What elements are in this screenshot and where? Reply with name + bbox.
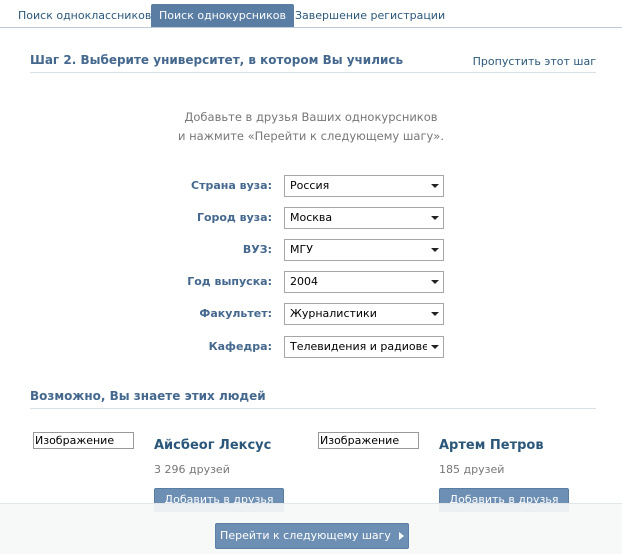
graduation-year-label: Год выпуска: <box>187 275 272 288</box>
university-select-value: МГУ <box>290 243 313 256</box>
department-select-value: Телевидения и радиовеща <box>290 340 444 353</box>
person-name-link[interactable]: Айсбеог Лексус <box>154 438 271 453</box>
tab-registration-finish[interactable]: Завершение регистрации <box>287 4 453 28</box>
tab-bar-divider <box>0 27 622 28</box>
intro-line-1: Добавьте в друзья Ваших однокурсников <box>184 110 438 124</box>
tab-coursemates-search[interactable]: Поиск однокурсников <box>151 4 294 28</box>
country-select[interactable]: Россия <box>284 175 444 197</box>
faculty-select-value: Журналистики <box>290 307 377 320</box>
avatar[interactable]: Изображение <box>318 432 419 449</box>
country-select-value: Россия <box>290 179 330 192</box>
form-row-country: Страна вуза: Россия <box>0 175 622 197</box>
header-divider <box>30 72 596 73</box>
graduation-year-select-value: 2004 <box>290 275 318 288</box>
chevron-down-icon[interactable] <box>427 337 443 357</box>
city-label: Город вуза: <box>196 211 272 224</box>
step-title: Шаг 2. Выберите университет, в котором В… <box>30 53 404 67</box>
chevron-down-icon[interactable] <box>427 176 443 196</box>
friends-count: 3 296 друзей <box>154 463 230 476</box>
faculty-select[interactable]: Журналистики <box>284 303 444 325</box>
department-label: Кафедра: <box>208 340 272 353</box>
footer-bar: Перейти к следующему шагу <box>0 503 622 554</box>
faculty-label: Факультет: <box>199 307 272 320</box>
country-label: Страна вуза: <box>191 179 272 192</box>
chevron-down-icon[interactable] <box>427 272 443 292</box>
suggestions-divider <box>30 408 596 409</box>
university-label: ВУЗ: <box>242 243 272 256</box>
person-name-link[interactable]: Артем Петров <box>439 438 544 453</box>
skip-step-link[interactable]: Пропустить этот шаг <box>473 55 596 68</box>
city-select[interactable]: Москва <box>284 207 444 229</box>
city-select-value: Москва <box>290 211 333 224</box>
friends-count: 185 друзей <box>439 463 505 476</box>
form-row-faculty: Факультет: Журналистики <box>0 303 622 325</box>
chevron-down-icon[interactable] <box>427 240 443 260</box>
university-select[interactable]: МГУ <box>284 239 444 261</box>
avatar[interactable]: Изображение <box>33 432 134 449</box>
suggestions-title: Возможно, Вы знаете этих людей <box>30 389 266 403</box>
graduation-year-select[interactable]: 2004 <box>284 271 444 293</box>
department-select[interactable]: Телевидения и радиовеща <box>284 336 444 358</box>
form-row-department: Кафедра: Телевидения и радиовеща <box>0 336 622 358</box>
intro-line-2: и нажмите «Перейти к следующему шагу». <box>177 129 444 143</box>
next-step-button[interactable]: Перейти к следующему шагу <box>215 523 409 549</box>
form-row-graduation-year: Год выпуска: 2004 <box>0 271 622 293</box>
tab-classmates-search[interactable]: Поиск одноклассников <box>10 4 159 28</box>
chevron-down-icon[interactable] <box>427 304 443 324</box>
tab-bar: Поиск одноклассников Поиск однокурсников… <box>0 0 622 28</box>
form-row-city: Город вуза: Москва <box>0 207 622 229</box>
next-step-label: Перейти к следующему шагу <box>220 529 391 542</box>
arrow-right-icon <box>398 532 404 540</box>
chevron-down-icon[interactable] <box>427 208 443 228</box>
form-row-university: ВУЗ: МГУ <box>0 239 622 261</box>
